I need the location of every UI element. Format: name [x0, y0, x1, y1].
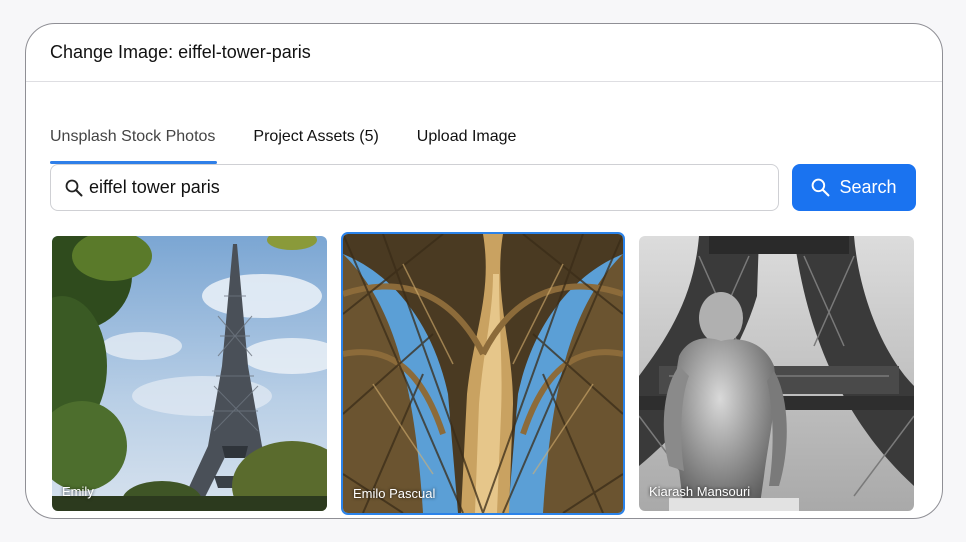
search-input[interactable]: [89, 177, 689, 198]
result-photo: [343, 234, 623, 513]
dialog-title: Change Image: eiffel-tower-paris: [50, 42, 311, 62]
photographer-credit: Kiarash Mansouri: [649, 484, 751, 499]
result-photo: [52, 236, 327, 511]
tab-project-assets[interactable]: Project Assets (5): [253, 122, 378, 164]
search-icon: [65, 179, 83, 196]
photographer-credit: Emilo Pascual: [353, 486, 436, 501]
photographer-credit: Emily: [62, 484, 94, 499]
result-card[interactable]: Emily: [52, 236, 327, 511]
search-button[interactable]: Search: [792, 164, 916, 211]
tab-upload-image[interactable]: Upload Image: [417, 122, 517, 164]
change-image-dialog: Change Image: eiffel-tower-paris Unsplas…: [25, 23, 943, 519]
search-field[interactable]: [50, 164, 779, 211]
source-tabs: Unsplash Stock Photos Project Assets (5)…: [50, 122, 554, 164]
result-card[interactable]: Kiarash Mansouri: [639, 236, 914, 511]
tab-unsplash-stock-photos[interactable]: Unsplash Stock Photos: [50, 122, 218, 164]
result-photo: [639, 236, 914, 511]
search-icon: [812, 178, 830, 197]
dialog-header: Change Image: eiffel-tower-paris: [26, 24, 942, 82]
search-row: Search: [50, 164, 918, 212]
result-card-selected[interactable]: Emilo Pascual: [341, 232, 625, 515]
search-button-label: Search: [839, 177, 897, 197]
